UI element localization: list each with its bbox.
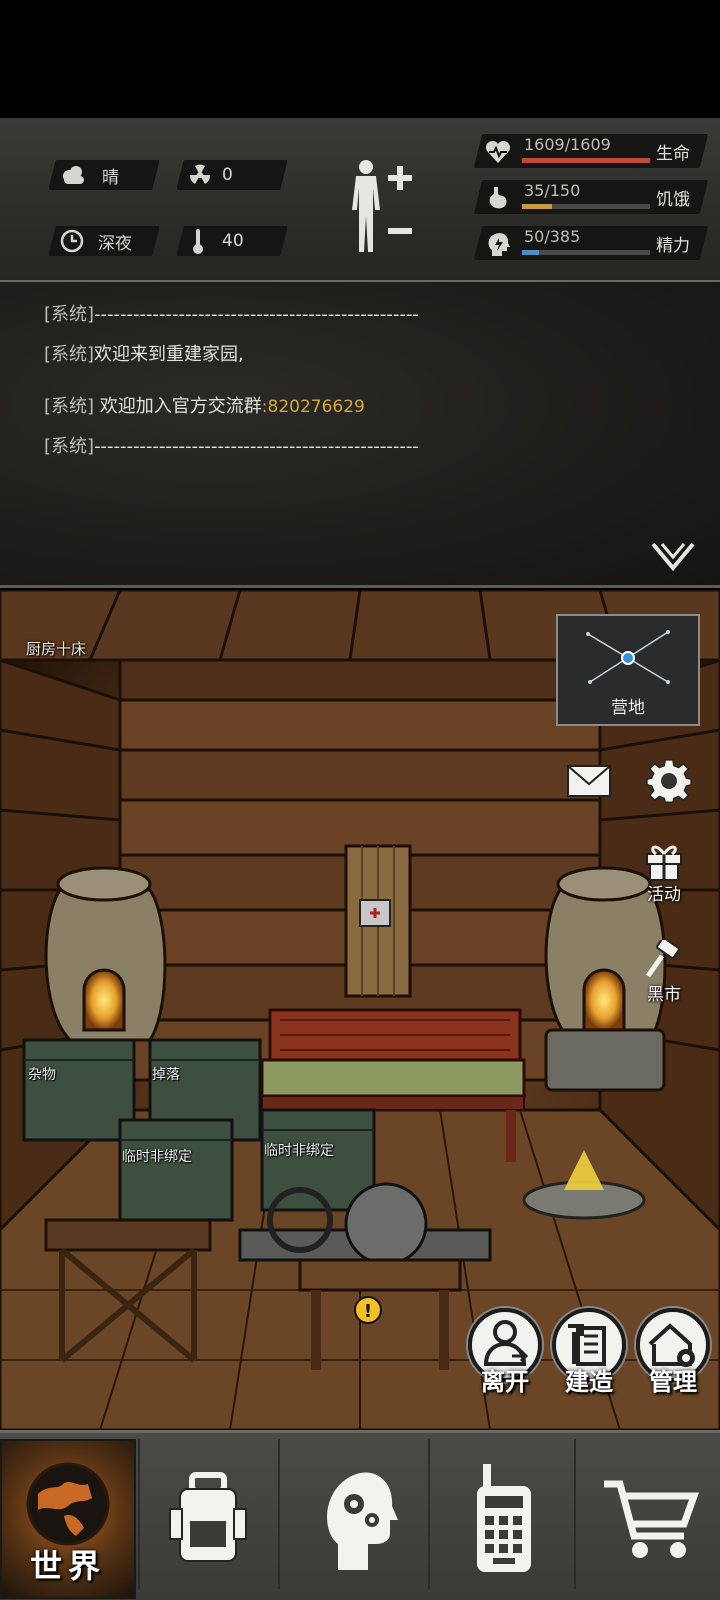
time-tag: 深夜: [48, 226, 160, 256]
radiation-tag: 0: [176, 160, 288, 190]
nav-skills[interactable]: [290, 1439, 426, 1599]
minimap[interactable]: 营地: [556, 614, 700, 726]
container-temp-2[interactable]: 临时非绑定: [264, 1140, 334, 1160]
mail-icon[interactable]: [566, 764, 612, 798]
hunger-value: 35/150: [524, 181, 581, 200]
black-market-button[interactable]: 黑市: [644, 940, 684, 1005]
log-line: [系统]欢迎来到重建家园,: [44, 344, 244, 365]
hunger-bar: [522, 204, 650, 209]
hunger-label: 饥饿: [656, 190, 690, 210]
nav-radio[interactable]: [436, 1439, 572, 1599]
globe-icon: [26, 1462, 110, 1546]
plus-icon[interactable]: [388, 166, 412, 190]
temperature-value: 40: [222, 231, 244, 251]
hunger-stat: 35/150 饥饿: [473, 180, 709, 214]
black-market-label: 黑市: [647, 985, 681, 1005]
gavel-icon: [645, 940, 680, 978]
log-line: [系统] 欢迎加入官方交流群:820276629: [44, 396, 365, 417]
energy-bar: [522, 250, 650, 255]
events-label: 活动: [647, 885, 681, 905]
nav-world-label: 世界: [29, 1547, 106, 1585]
thermometer-icon: [193, 229, 203, 254]
leave-label: 离开: [481, 1368, 529, 1396]
map-nodes-icon: [586, 630, 670, 684]
energy-value: 50/385: [524, 227, 581, 246]
minus-icon[interactable]: [388, 228, 412, 234]
clock-icon: [60, 229, 84, 253]
weather-value: 晴: [102, 167, 119, 188]
health-value: 1609/1609: [524, 135, 611, 154]
head-energy-icon: [488, 233, 510, 256]
log-line: [系统]------------------------------------…: [44, 304, 419, 325]
container-temp-1[interactable]: 临时非绑定: [122, 1146, 192, 1166]
manage-label: 管理: [649, 1368, 697, 1396]
skills-icon: [327, 1472, 398, 1570]
system-log[interactable]: [系统]------------------------------------…: [0, 282, 720, 588]
build-label: 建造: [565, 1368, 613, 1396]
time-value: 深夜: [98, 233, 132, 254]
shop-cart-icon: [604, 1480, 699, 1558]
container-drops[interactable]: 掉落: [152, 1064, 180, 1084]
minimap-label: 营地: [611, 698, 645, 718]
body-status-icon[interactable]: [346, 158, 386, 254]
svg-text:!: !: [364, 1301, 372, 1322]
heart-icon: [485, 140, 511, 163]
radiation-icon: [189, 164, 211, 184]
log-line: [系统]------------------------------------…: [44, 436, 419, 457]
health-label: 生命: [656, 144, 690, 164]
nav-shop[interactable]: [582, 1439, 718, 1599]
radiation-value: 0: [222, 165, 233, 185]
energy-stat: 50/385 精力: [473, 226, 709, 260]
collapse-log-icon[interactable]: [650, 540, 696, 576]
backpack-icon: [169, 1472, 247, 1562]
health-stat: 1609/1609 生命: [473, 134, 709, 168]
health-bar: [522, 158, 650, 163]
gear-icon[interactable]: [646, 758, 692, 804]
bottom-nav: 世界: [0, 1430, 720, 1600]
container-misc[interactable]: 杂物: [28, 1064, 56, 1084]
room-name: 厨房十床: [26, 640, 87, 658]
kitchen-scene: ! 厨房十床 营地 活动 黑市 杂物 掉落 临时非绑定 临时非绑定 离开 建造 …: [0, 590, 720, 1430]
stomach-icon: [489, 187, 507, 209]
cloud-icon: [63, 166, 84, 184]
events-button[interactable]: 活动: [644, 840, 684, 905]
gift-icon: [646, 845, 682, 881]
radio-icon: [477, 1464, 531, 1572]
status-panel: 晴 0 深夜 40 1609/1609 生命 35/150 饥饿 50/385 …: [0, 118, 720, 282]
group-number: :820276629: [261, 397, 365, 417]
weather-tag: 晴: [48, 160, 160, 190]
temperature-tag: 40: [176, 226, 288, 256]
energy-label: 精力: [656, 236, 690, 256]
nav-world[interactable]: 世界: [0, 1439, 136, 1599]
nav-backpack[interactable]: [140, 1439, 276, 1599]
